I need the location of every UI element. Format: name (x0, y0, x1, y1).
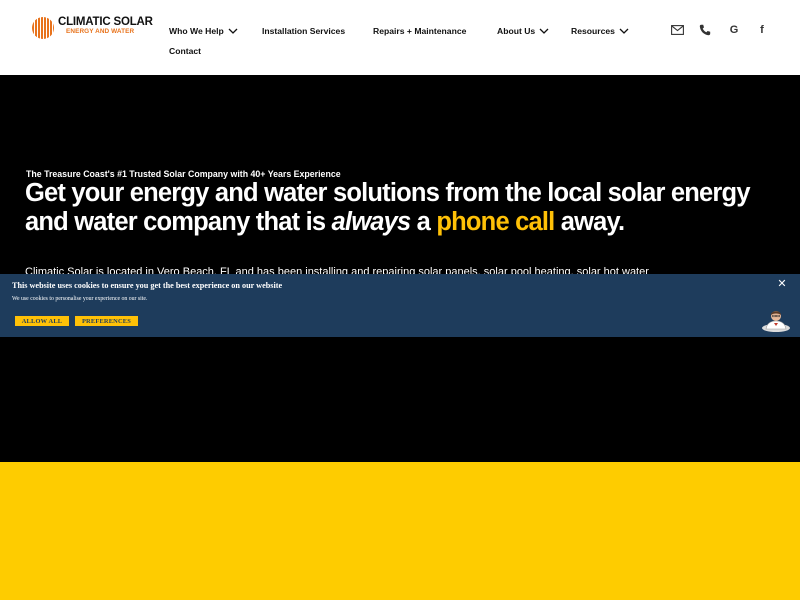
nav-repairs-maintenance[interactable]: Repairs + Maintenance (373, 24, 466, 38)
google-icon[interactable]: G (727, 23, 741, 37)
nav-label: Repairs + Maintenance (373, 26, 467, 36)
phone-icon[interactable] (698, 23, 712, 37)
chevron-down-icon (228, 28, 238, 34)
nav-label: Resources (571, 26, 615, 36)
chevron-down-icon (539, 28, 549, 34)
hero-headline: Get your energy and water solutions from… (25, 179, 775, 236)
brand-logo[interactable]: CLIMATIC SOLAR ENERGY AND WATER (32, 16, 154, 39)
yellow-section (0, 462, 800, 600)
cookie-text: We use cookies to personalise your exper… (12, 296, 148, 302)
nav-label: About Us (497, 26, 536, 36)
brand-name: CLIMATIC SOLAR (58, 16, 153, 28)
site-header: CLIMATIC SOLAR ENERGY AND WATER Who We H… (0, 0, 800, 75)
close-icon[interactable]: ✕ (775, 276, 789, 290)
nav-about-us[interactable]: About Us (497, 24, 549, 38)
envelope-icon[interactable] (670, 23, 684, 37)
headline-text: a (410, 207, 437, 236)
nav-label: Contact (169, 46, 201, 56)
preferences-button[interactable]: PREFERENCES (75, 316, 138, 326)
allow-all-button[interactable]: ALLOW ALL (15, 316, 69, 326)
nav-resources[interactable]: Resources (571, 24, 629, 38)
nav-label: Who We Help (169, 26, 224, 36)
hero-kicker: The Treasure Coast's #1 Trusted Solar Co… (26, 169, 341, 179)
cookie-mascot-icon (762, 311, 790, 332)
facebook-icon[interactable]: f (755, 23, 769, 37)
nav-who-we-help[interactable]: Who We Help (169, 24, 238, 38)
headline-text: away. (554, 207, 625, 236)
hero-section: The Treasure Coast's #1 Trusted Solar Co… (0, 75, 800, 462)
headline-emphasis: always (331, 207, 412, 236)
brand-tagline: ENERGY AND WATER (66, 28, 135, 35)
nav-contact[interactable]: Contact (169, 44, 201, 58)
cookie-banner: This website uses cookies to ensure you … (0, 274, 800, 337)
chevron-down-icon (619, 28, 629, 34)
sun-logo-icon (32, 17, 54, 39)
cookie-title: This website uses cookies to ensure you … (12, 281, 283, 290)
headline-highlight: phone call (436, 207, 555, 236)
nav-label: Installation Services (262, 26, 346, 36)
nav-installation-services[interactable]: Installation Services (262, 24, 345, 38)
